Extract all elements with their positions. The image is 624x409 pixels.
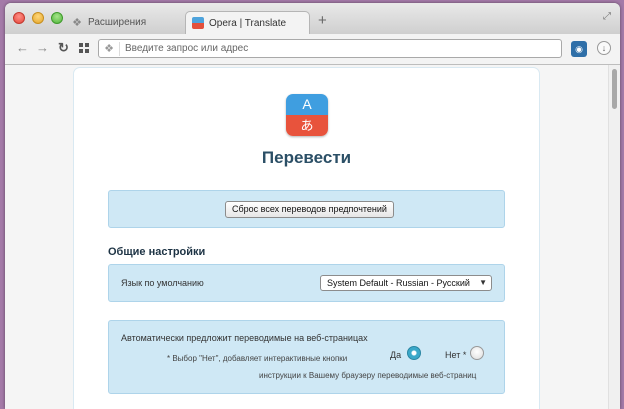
scrollbar-thumb[interactable] [612,69,617,109]
browser-window: ❖ Расширения Opera | Translate + ⤢ ← → ↻… [5,3,620,409]
reset-panel: Сброс всех переводов предпочтений [108,190,505,228]
logo-latin-letter: A [286,94,328,115]
page-viewport: A あ Перевести Сброс всех переводов предп… [5,65,620,409]
download-icon[interactable]: ↓ [597,41,611,55]
toolbar: ← → ↻ ❖ ◉ ↓ [5,34,620,65]
translate-logo-icon: A あ [286,94,328,136]
chevron-down-icon: ▼ [479,278,487,287]
reset-preferences-button[interactable]: Сброс всех переводов предпочтений [225,201,394,218]
reload-icon[interactable]: ↻ [58,40,69,56]
yes-option-label: Да [390,350,402,360]
opera-translate-icon [192,17,204,29]
fullscreen-icon[interactable]: ⤢ [603,11,611,22]
default-language-select[interactable]: System Default - Russian - Русский ▼ [320,275,492,291]
maximize-window-button[interactable] [51,12,63,24]
page-title: Перевести [261,148,352,167]
no-radio[interactable] [470,346,484,360]
extension-owl-icon[interactable]: ◉ [571,41,587,57]
puzzle-icon: ❖ [99,41,120,56]
auto-translate-panel: Автоматически предложит переводимые на в… [108,320,505,394]
auto-translate-label: Автоматически предложит переводимые на в… [121,333,368,343]
minimize-window-button[interactable] [32,12,44,24]
default-language-panel: Язык по умолчанию System Default - Russi… [108,264,505,302]
auto-translate-note-line2: инструкции к Вашему браузеру переводимые… [259,371,477,380]
no-option-label: Нет * [445,350,467,360]
tab-extensions[interactable]: ❖ Расширения [63,11,183,34]
tab-label: Расширения [88,17,147,28]
default-language-label: Язык по умолчанию [121,278,204,288]
default-language-value: System Default - Russian - Русский [327,278,470,288]
puzzle-icon: ❖ [72,16,82,29]
tab-label: Opera | Translate [209,17,287,29]
close-window-button[interactable] [13,12,25,24]
yes-radio[interactable] [407,346,421,360]
settings-card: A あ Перевести Сброс всех переводов предп… [73,67,540,409]
back-arrow-icon[interactable]: ← [16,40,29,56]
address-bar[interactable]: ❖ [98,39,562,58]
address-input[interactable] [125,43,545,54]
speed-dial-icon[interactable] [79,43,89,53]
forward-arrow-icon[interactable]: → [36,40,49,56]
new-tab-button[interactable]: + [318,13,327,28]
auto-translate-note-line1: * Выбор "Нет", добавляет интерактивные к… [167,354,348,363]
tab-opera-translate[interactable]: Opera | Translate [185,11,310,34]
vertical-scrollbar[interactable] [608,65,620,409]
tab-bar: ❖ Расширения Opera | Translate + ⤢ [5,3,620,34]
section-title: Общие настройки [108,246,206,258]
logo-japanese-letter: あ [286,115,328,136]
